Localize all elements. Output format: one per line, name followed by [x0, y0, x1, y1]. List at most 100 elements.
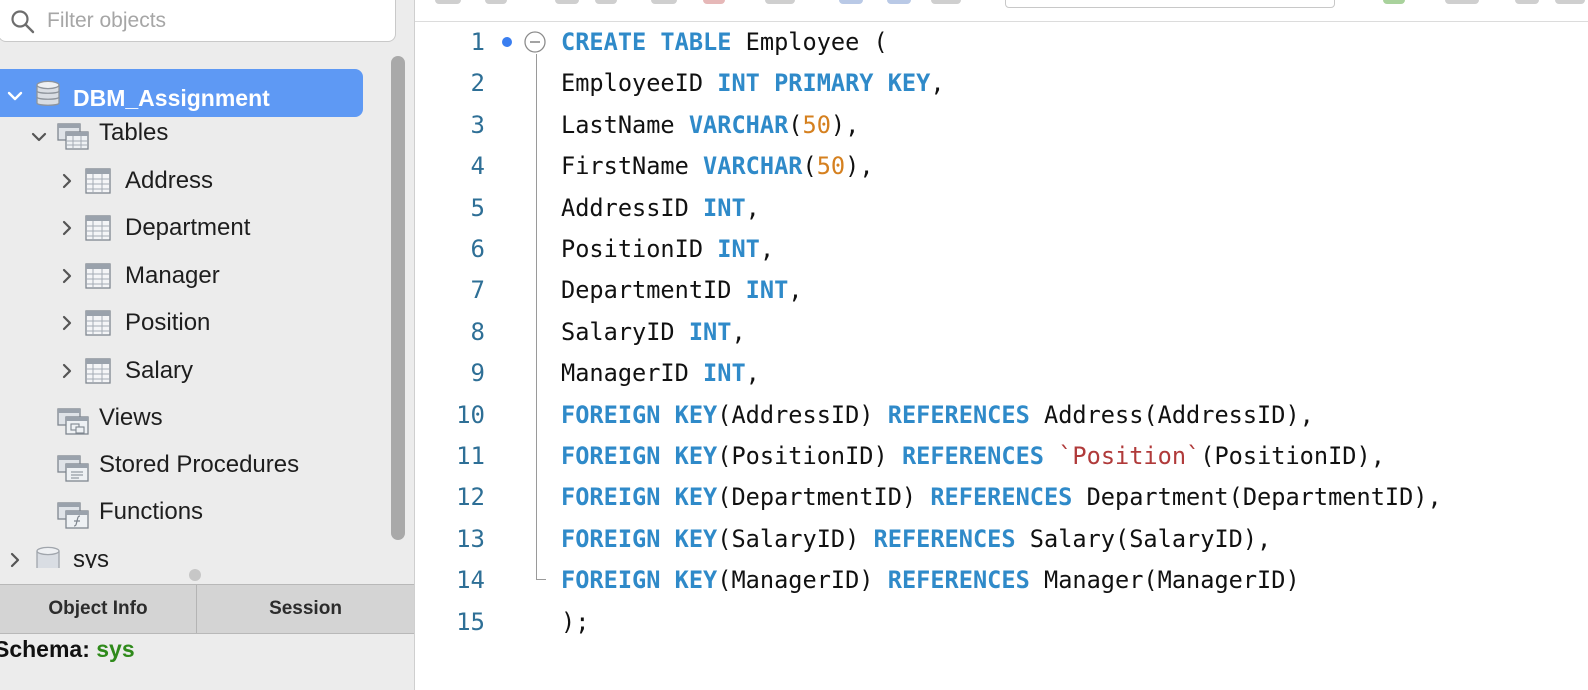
- sql-keyword: REFERENCES: [887, 566, 1030, 595]
- tree-item-table-position[interactable]: Position: [0, 300, 386, 346]
- tree-item-label: sys: [73, 546, 109, 568]
- chevron-right-icon[interactable]: [57, 313, 77, 333]
- code-line[interactable]: 3 LastName VARCHAR(50),: [415, 105, 1588, 146]
- database-icon: [36, 80, 60, 106]
- tree-scrollbar-thumb[interactable]: [391, 56, 405, 540]
- tree-item-dbm-assignment[interactable]: DBM_Assignment: [0, 69, 386, 117]
- code-line[interactable]: 4 FirstName VARCHAR(50),: [415, 146, 1588, 187]
- tree-item-table-salary[interactable]: Salary: [0, 348, 386, 394]
- sql-keyword: INT: [688, 317, 732, 346]
- sql-token: (AddressID): [717, 400, 888, 429]
- schema-tree: DBM_Assignment Tables Address Department…: [0, 48, 386, 568]
- sql-token: ,: [731, 317, 746, 346]
- line-number: 12: [456, 483, 485, 512]
- chevron-right-icon[interactable]: [57, 218, 77, 238]
- sql-token: (ManagerID): [717, 566, 888, 595]
- toolbar-button[interactable]: [703, 0, 725, 4]
- tab-object-info[interactable]: Object Info: [0, 585, 197, 633]
- sql-token: PositionID: [561, 235, 718, 263]
- sql-identifier-quoted: `Position`: [1058, 442, 1201, 470]
- filter-box: [0, 0, 396, 42]
- code-line[interactable]: 12 FOREIGN KEY(DepartmentID) REFERENCES D…: [415, 477, 1588, 518]
- code-line[interactable]: 9 ManagerID INT,: [415, 353, 1588, 394]
- sql-token: Manager(ManagerID): [1029, 566, 1300, 595]
- chevron-right-icon[interactable]: [57, 361, 77, 381]
- chevron-right-icon[interactable]: [5, 550, 25, 568]
- tree-item-table-manager[interactable]: Manager: [0, 253, 386, 299]
- code-line[interactable]: 13 FOREIGN KEY(SalaryID) REFERENCES Salar…: [415, 519, 1588, 560]
- chevron-right-icon[interactable]: [57, 266, 77, 286]
- sql-number: 50: [802, 110, 831, 139]
- tab-session[interactable]: Session: [197, 585, 414, 633]
- code-line[interactable]: 8 SalaryID INT,: [415, 312, 1588, 353]
- tree-item-table-department[interactable]: Department: [0, 205, 386, 251]
- toolbar-button[interactable]: [555, 0, 579, 4]
- tree-item-stored-procedures[interactable]: Stored Procedures: [0, 442, 386, 488]
- sql-keyword: INT: [703, 359, 746, 388]
- code-line[interactable]: 10 FOREIGN KEY(AddressID) REFERENCES Addr…: [415, 395, 1588, 436]
- code-line[interactable]: 1 CREATE TABLE Employee (: [415, 22, 1588, 63]
- toolbar-button[interactable]: [839, 0, 863, 4]
- toolbar-search-field[interactable]: [1005, 0, 1335, 8]
- filter-objects-input[interactable]: [47, 6, 377, 36]
- code-line[interactable]: 14 FOREIGN KEY(ManagerID) REFERENCES Mana…: [415, 560, 1588, 601]
- object-info-pane: Schema: sys: [0, 634, 414, 690]
- toolbar-button[interactable]: [485, 0, 507, 4]
- chevron-down-icon[interactable]: [5, 86, 25, 106]
- toolbar-button[interactable]: [1555, 0, 1585, 4]
- sql-token: (SalaryID): [717, 524, 874, 553]
- tree-item-tables[interactable]: Tables: [0, 110, 386, 156]
- line-number: 5: [470, 193, 485, 222]
- code-text: FirstName VARCHAR(50),: [561, 152, 874, 180]
- sql-keyword: CREATE TABLE: [561, 28, 732, 56]
- sql-keyword: INT: [703, 193, 746, 222]
- sql-token: Salary(SalaryID),: [1015, 524, 1272, 553]
- code-line[interactable]: 11 FOREIGN KEY(PositionID) REFERENCES `Po…: [415, 436, 1588, 477]
- table-icon: [85, 358, 111, 384]
- sql-token: Address(AddressID),: [1029, 400, 1314, 429]
- tree-item-label: Stored Procedures: [99, 451, 300, 478]
- table-icon: [85, 168, 111, 194]
- code-line[interactable]: 6 PositionID INT,: [415, 229, 1588, 270]
- line-number: 2: [470, 69, 485, 98]
- toolbar-button[interactable]: [1445, 0, 1479, 4]
- code-line[interactable]: 5 AddressID INT,: [415, 188, 1588, 229]
- chevron-down-icon[interactable]: [29, 127, 49, 147]
- sql-token: Department(DepartmentID),: [1072, 483, 1442, 512]
- sql-token: (: [788, 110, 803, 139]
- toolbar-button[interactable]: [1515, 0, 1539, 4]
- tree-item-functions[interactable]: Functions: [0, 489, 386, 535]
- sql-keyword: REFERENCES: [873, 524, 1016, 553]
- sql-token: ),: [845, 152, 874, 181]
- tree-item-views[interactable]: Views: [0, 395, 386, 441]
- chevron-right-icon[interactable]: [57, 171, 77, 191]
- line-number: 10: [456, 400, 485, 429]
- sql-editor[interactable]: 1 CREATE TABLE Employee (2 EmployeeID INT …: [415, 0, 1588, 690]
- sql-keyword: FOREIGN KEY: [561, 524, 718, 553]
- toolbar-button[interactable]: [595, 0, 617, 4]
- code-text: FOREIGN KEY(PositionID) REFERENCES `Posi…: [561, 442, 1385, 470]
- code-text: LastName VARCHAR(50),: [561, 111, 859, 139]
- tree-item-sys[interactable]: sys: [0, 537, 386, 568]
- code-line[interactable]: 2 EmployeeID INT PRIMARY KEY,: [415, 63, 1588, 104]
- toolbar-button[interactable]: [765, 0, 795, 4]
- sql-keyword: VARCHAR: [688, 110, 789, 139]
- sql-token: FirstName: [561, 152, 704, 181]
- code-line[interactable]: 15);: [415, 602, 1588, 643]
- sql-keyword: FOREIGN KEY: [561, 400, 718, 429]
- sql-token: (PositionID),: [1200, 442, 1385, 470]
- toolbar-button[interactable]: [1383, 0, 1405, 4]
- toolbar-button[interactable]: [435, 0, 461, 4]
- pane-splitter[interactable]: [0, 568, 414, 584]
- code-line[interactable]: 7 DepartmentID INT,: [415, 270, 1588, 311]
- tree-item-table-address[interactable]: Address: [0, 158, 386, 204]
- splitter-handle[interactable]: [189, 569, 201, 581]
- line-number: 14: [456, 566, 485, 595]
- line-number: 4: [470, 152, 485, 181]
- toolbar-button[interactable]: [651, 0, 677, 4]
- sql-token: ,: [745, 359, 760, 388]
- toolbar-button[interactable]: [931, 0, 961, 4]
- line-number: 8: [470, 317, 485, 346]
- toolbar-button[interactable]: [887, 0, 911, 4]
- schema-value: sys: [96, 636, 135, 662]
